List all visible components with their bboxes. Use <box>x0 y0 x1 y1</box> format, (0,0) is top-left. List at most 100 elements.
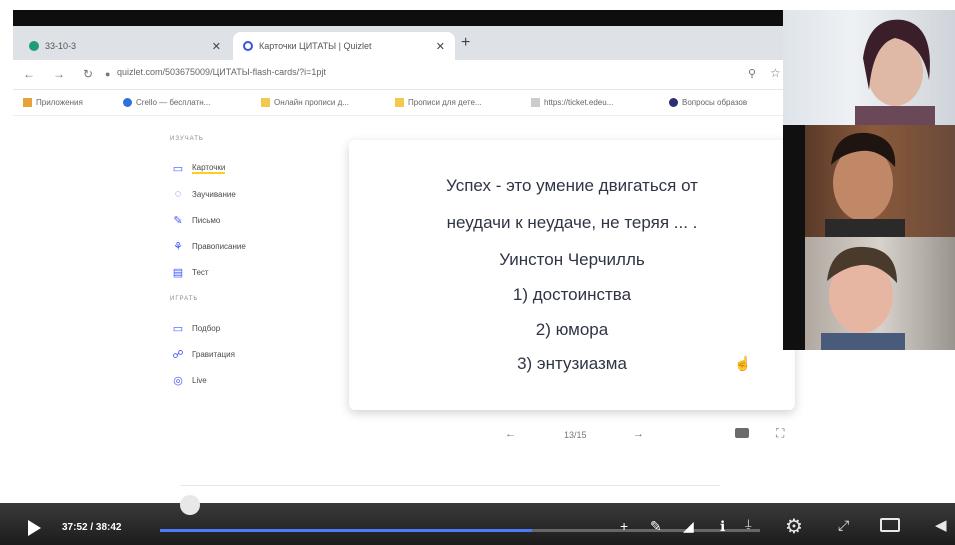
tab-title: 33-10-3 <box>45 41 77 51</box>
new-tab-icon[interactable]: + <box>461 34 470 52</box>
study-heading: ИЗУЧАТЬ <box>170 136 204 142</box>
next-card-button[interactable]: → <box>633 428 644 440</box>
video-black-area <box>783 125 805 350</box>
bookmark-propisi-deti[interactable]: Прописи для дете... <box>395 98 482 107</box>
participant-video-2 <box>805 125 955 237</box>
folder-icon <box>395 98 404 107</box>
bookmark-crello[interactable]: Crello — бесплатн... <box>123 98 210 107</box>
play-icon[interactable] <box>28 520 41 536</box>
video-player-controls: 37:52 / 38:42 + ✎ ◢ ℹ ⍊ ⚙ ⤢ ◀ <box>0 495 955 545</box>
sidebar-item-spell[interactable]: ⚘ Правописание <box>172 240 246 253</box>
spell-icon: ⚘ <box>173 241 183 253</box>
sidebar-item-learn[interactable]: ◌ Заучивание <box>172 188 236 200</box>
card-counter: 13/15 <box>564 430 587 440</box>
folder-icon <box>261 98 270 107</box>
gravity-icon: ☍ <box>172 349 184 361</box>
sidebar-item-label: Подбор <box>192 324 221 333</box>
pencil-icon: ✎ <box>173 215 183 227</box>
caption-icon[interactable]: ⍊ <box>745 518 752 531</box>
bookmark-label: Приложения <box>36 98 83 107</box>
close-tab-icon[interactable]: ✕ <box>436 40 445 53</box>
live-icon: ◎ <box>173 375 183 387</box>
test-icon: ▤ <box>172 267 184 279</box>
participant-video-3 <box>805 237 955 350</box>
crello-icon <box>123 98 132 107</box>
card-text-line: Успех - это умение двигаться от <box>446 176 698 195</box>
progress-thumb[interactable] <box>180 495 200 515</box>
browser-tab-2[interactable]: Карточки ЦИТАТЫ | Quizlet ✕ <box>233 32 455 60</box>
page-icon <box>531 98 540 107</box>
sidebar-item-label: Гравитация <box>192 350 235 359</box>
prev-card-button[interactable]: ← <box>505 428 516 440</box>
card-text-line: неудачи к неудаче, не теряя ... . <box>446 213 698 232</box>
progress-fill <box>160 529 532 532</box>
tab-favicon-icon <box>29 41 39 51</box>
brush-icon[interactable]: ◢ <box>683 518 694 535</box>
cards-icon: ▭ <box>172 163 184 175</box>
sidebar-item-write[interactable]: ✎ Письмо <box>172 214 220 227</box>
progress-bar[interactable] <box>160 529 760 532</box>
sidebar-item-label: Заучивание <box>192 189 236 199</box>
forward-icon[interactable]: → <box>53 67 65 81</box>
bookmark-label: Онлайн прописи д... <box>274 98 349 107</box>
bookmarks-bar: Приложения Crello — бесплатн... Онлайн п… <box>13 90 783 116</box>
back-icon[interactable]: ← <box>23 67 35 81</box>
url-field[interactable]: quizlet.com/503675009/ЦИТАТЫ-flash-cards… <box>117 67 326 77</box>
participant-video-1 <box>783 10 955 125</box>
address-bar-row: ← → ↻ ● quizlet.com/503675009/ЦИТАТЫ-fla… <box>13 60 783 90</box>
bookmark-label: Crello — бесплатн... <box>136 98 211 107</box>
bookmark-voprosy[interactable]: Вопросы образов <box>669 98 747 107</box>
divider <box>180 485 720 486</box>
card-text-line: 2) юмора <box>535 320 609 339</box>
bookmark-ticket[interactable]: https://ticket.edeu... <box>531 98 613 107</box>
bookmark-apps[interactable]: Приложения <box>23 98 83 107</box>
gear-icon[interactable]: ⚙ <box>785 514 803 539</box>
volume-icon[interactable]: ◀ <box>935 516 947 534</box>
bookmark-propisi-online[interactable]: Онлайн прописи д... <box>261 98 349 107</box>
zoom-icon[interactable]: ⚲ <box>748 67 756 80</box>
expand-icon[interactable]: ⤢ <box>838 517 849 534</box>
hand-pointer-icon: ☝ <box>734 355 752 371</box>
site-icon <box>669 98 678 107</box>
bookmark-label: Вопросы образов <box>682 98 748 107</box>
sidebar-item-label: Правописание <box>192 242 246 251</box>
picture-in-picture-icon[interactable] <box>880 518 900 532</box>
apps-grid-icon <box>23 98 32 107</box>
bookmark-label: Прописи для дете... <box>408 98 482 107</box>
sidebar-item-gravity[interactable]: ☍ Гравитация <box>172 348 235 361</box>
person-avatar-icon <box>821 246 905 350</box>
fullscreen-icon[interactable]: ⛶ <box>776 426 784 441</box>
keyboard-icon[interactable] <box>735 428 749 438</box>
learn-icon: ◌ <box>174 188 182 200</box>
playback-time: 37:52 / 38:42 <box>62 522 122 533</box>
info-icon[interactable]: ℹ <box>720 518 725 535</box>
card-text-line: 3) энтузиазма <box>517 354 627 373</box>
quizlet-favicon-icon <box>243 41 253 51</box>
person-avatar-icon <box>855 19 935 125</box>
pen-icon[interactable]: ✎ <box>650 518 662 535</box>
sidebar-item-live[interactable]: ◎ Live <box>172 374 207 387</box>
match-icon: ▭ <box>172 323 184 335</box>
lock-icon: ● <box>105 69 111 79</box>
screen-frame: 33-10-3 ✕ Карточки ЦИТАТЫ | Quizlet ✕ + … <box>0 0 955 545</box>
sidebar-item-match[interactable]: ▭ Подбор <box>172 322 220 335</box>
close-tab-icon[interactable]: ✕ <box>212 40 221 53</box>
card-text-line: 1) достоинства <box>512 285 632 304</box>
bookmark-star-icon[interactable]: ☆ <box>770 66 781 80</box>
sidebar-item-cards[interactable]: ▭ Карточки <box>172 162 226 175</box>
tab-title: Карточки ЦИТАТЫ | Quizlet <box>259 41 372 51</box>
reload-icon[interactable]: ↻ <box>83 67 93 81</box>
top-black-bar <box>13 10 783 26</box>
person-avatar-icon <box>825 132 905 237</box>
sidebar-item-label: Карточки <box>192 163 226 174</box>
sidebar-item-label: Live <box>192 376 207 385</box>
video-participants <box>783 10 955 350</box>
sidebar-item-test[interactable]: ▤ Тест <box>172 266 209 279</box>
flashcard[interactable]: Успех - это умение двигаться от неудачи … <box>349 140 795 410</box>
plus-icon[interactable]: + <box>620 518 628 534</box>
sidebar-item-label: Письмо <box>192 216 221 225</box>
play-heading: ИГРАТЬ <box>170 296 199 302</box>
card-text-line: Уинстон Черчилль <box>499 250 645 269</box>
sidebar-item-label: Тест <box>192 268 209 277</box>
browser-tab-1[interactable]: 33-10-3 ✕ <box>19 32 231 60</box>
